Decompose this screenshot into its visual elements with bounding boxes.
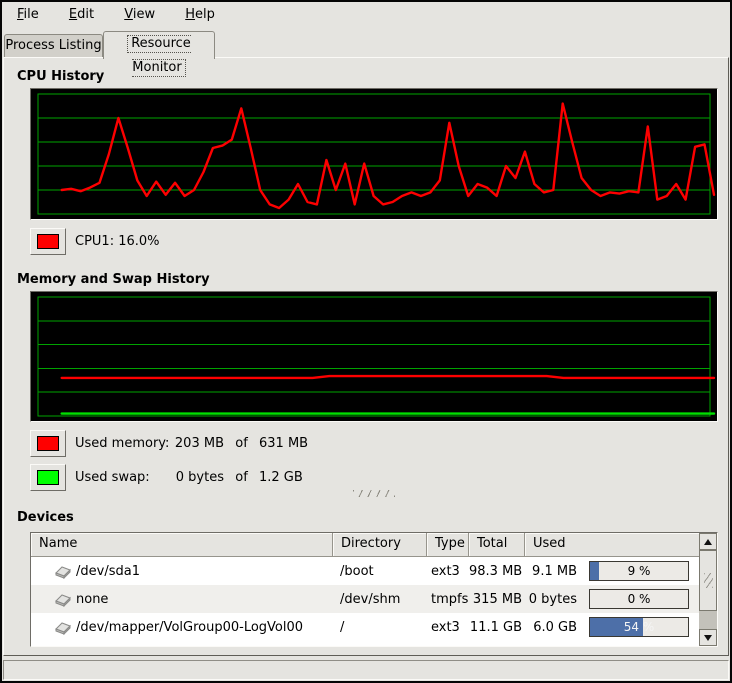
usage-percent-label: 9 % — [590, 562, 688, 580]
tab-process-listing-label: Process Listing — [5, 38, 101, 53]
cpu-history-plot — [31, 89, 717, 219]
device-type: ext3 — [427, 620, 469, 635]
device-directory: / — [333, 620, 427, 635]
system-monitor-window: File Edit View Help Process Listing Reso… — [0, 0, 732, 683]
device-name: /dev/mapper/VolGroup00-LogVol00 — [76, 620, 303, 635]
devices-title: Devices — [17, 510, 74, 525]
scroll-up-button[interactable] — [699, 533, 717, 550]
table-row[interactable]: /dev/sda1 /boot ext3 98.3 MB 9.1 MB 9 % — [31, 557, 717, 585]
disk-icon — [53, 564, 73, 579]
menu-file[interactable]: File — [5, 2, 51, 28]
arrow-up-icon — [704, 539, 712, 545]
menubar: File Edit View Help — [3, 2, 729, 30]
device-name: none — [76, 592, 108, 607]
cpu-legend-label: CPU1: 16.0% — [75, 234, 160, 249]
usage-progressbar: 0 % — [589, 589, 689, 609]
device-used: 9.1 MB — [525, 564, 577, 579]
memory-history-title: Memory and Swap History — [17, 272, 210, 287]
memory-color-button[interactable] — [30, 430, 66, 457]
memory-legend-label: Used memory: — [75, 436, 172, 451]
cpu-history-title: CPU History — [17, 69, 104, 84]
device-total: 315 MB — [469, 592, 525, 607]
resource-monitor-page: CPU History CPU1: 16.0% Memory and Swap … — [3, 57, 729, 656]
swap-total-value: 1.2 GB — [259, 470, 303, 485]
device-directory: /boot — [333, 564, 427, 579]
menu-edit[interactable]: Edit — [57, 2, 106, 28]
usage-progressbar: 9 % — [589, 561, 689, 581]
device-total: 98.3 MB — [469, 564, 525, 579]
device-type: ext3 — [427, 564, 469, 579]
menu-view[interactable]: View — [112, 2, 167, 28]
device-used: 6.0 GB — [525, 620, 577, 635]
column-header-total[interactable]: Total — [469, 533, 525, 557]
scrollbar-grip-icon — [704, 573, 713, 588]
swap-of-word: of — [224, 470, 259, 485]
cpu-legend: CPU1: 16.0% — [30, 227, 160, 255]
column-header-name[interactable]: Name — [31, 533, 333, 557]
tab-resource-monitor[interactable]: Resource Monitor — [103, 31, 215, 59]
cpu-history-graph — [30, 88, 718, 220]
disk-icon — [53, 620, 73, 635]
device-directory: /dev/shm — [333, 592, 427, 607]
table-row[interactable]: /dev/mapper/VolGroup00-LogVol00 / ext3 1… — [31, 613, 717, 641]
memory-used-value: 203 MB — [172, 436, 224, 451]
pane-resize-grip[interactable] — [353, 490, 395, 497]
column-header-directory[interactable]: Directory — [333, 533, 427, 557]
swap-color-button[interactable] — [30, 464, 66, 491]
swap-used-value: 0 bytes — [172, 470, 224, 485]
tab-resource-monitor-label: Resource Monitor — [127, 35, 191, 77]
swap-color-swatch — [37, 470, 59, 485]
usage-percent-label: 54 % — [590, 618, 688, 636]
disk-icon — [53, 592, 73, 607]
devices-table: Name Directory Type Total Used /dev/sda1… — [30, 532, 718, 647]
scroll-down-button[interactable] — [699, 629, 717, 646]
cpu-color-swatch — [37, 234, 59, 249]
scrollbar-thumb[interactable] — [699, 550, 717, 611]
swap-legend-label: Used swap: — [75, 470, 172, 485]
memory-legend: Used memory: 203 MB of 631 MB — [30, 429, 308, 457]
menu-help[interactable]: Help — [173, 2, 227, 28]
usage-percent-label: 0 % — [590, 590, 688, 608]
memory-total-value: 631 MB — [259, 436, 308, 451]
swap-legend: Used swap: 0 bytes of 1.2 GB — [30, 463, 303, 491]
vertical-scrollbar — [699, 533, 717, 646]
memory-history-graph — [30, 291, 718, 422]
tab-process-listing[interactable]: Process Listing — [4, 34, 103, 58]
device-total: 11.1 GB — [469, 620, 525, 635]
cpu-color-button[interactable] — [30, 228, 66, 255]
notebook-tabs: Process Listing Resource Monitor — [3, 30, 729, 58]
memory-of-word: of — [224, 436, 259, 451]
devices-table-header: Name Directory Type Total Used — [31, 533, 717, 557]
device-name: /dev/sda1 — [76, 564, 140, 579]
column-header-used[interactable]: Used — [525, 533, 699, 557]
column-header-type[interactable]: Type — [427, 533, 469, 557]
table-row[interactable]: none /dev/shm tmpfs 315 MB 0 bytes 0 % — [31, 585, 717, 613]
usage-progressbar: 54 % — [589, 617, 689, 637]
memory-history-plot — [31, 292, 717, 421]
arrow-down-icon — [704, 635, 712, 641]
memory-color-swatch — [37, 436, 59, 451]
device-type: tmpfs — [427, 592, 469, 607]
device-used: 0 bytes — [525, 592, 577, 607]
statusbar — [3, 660, 729, 680]
